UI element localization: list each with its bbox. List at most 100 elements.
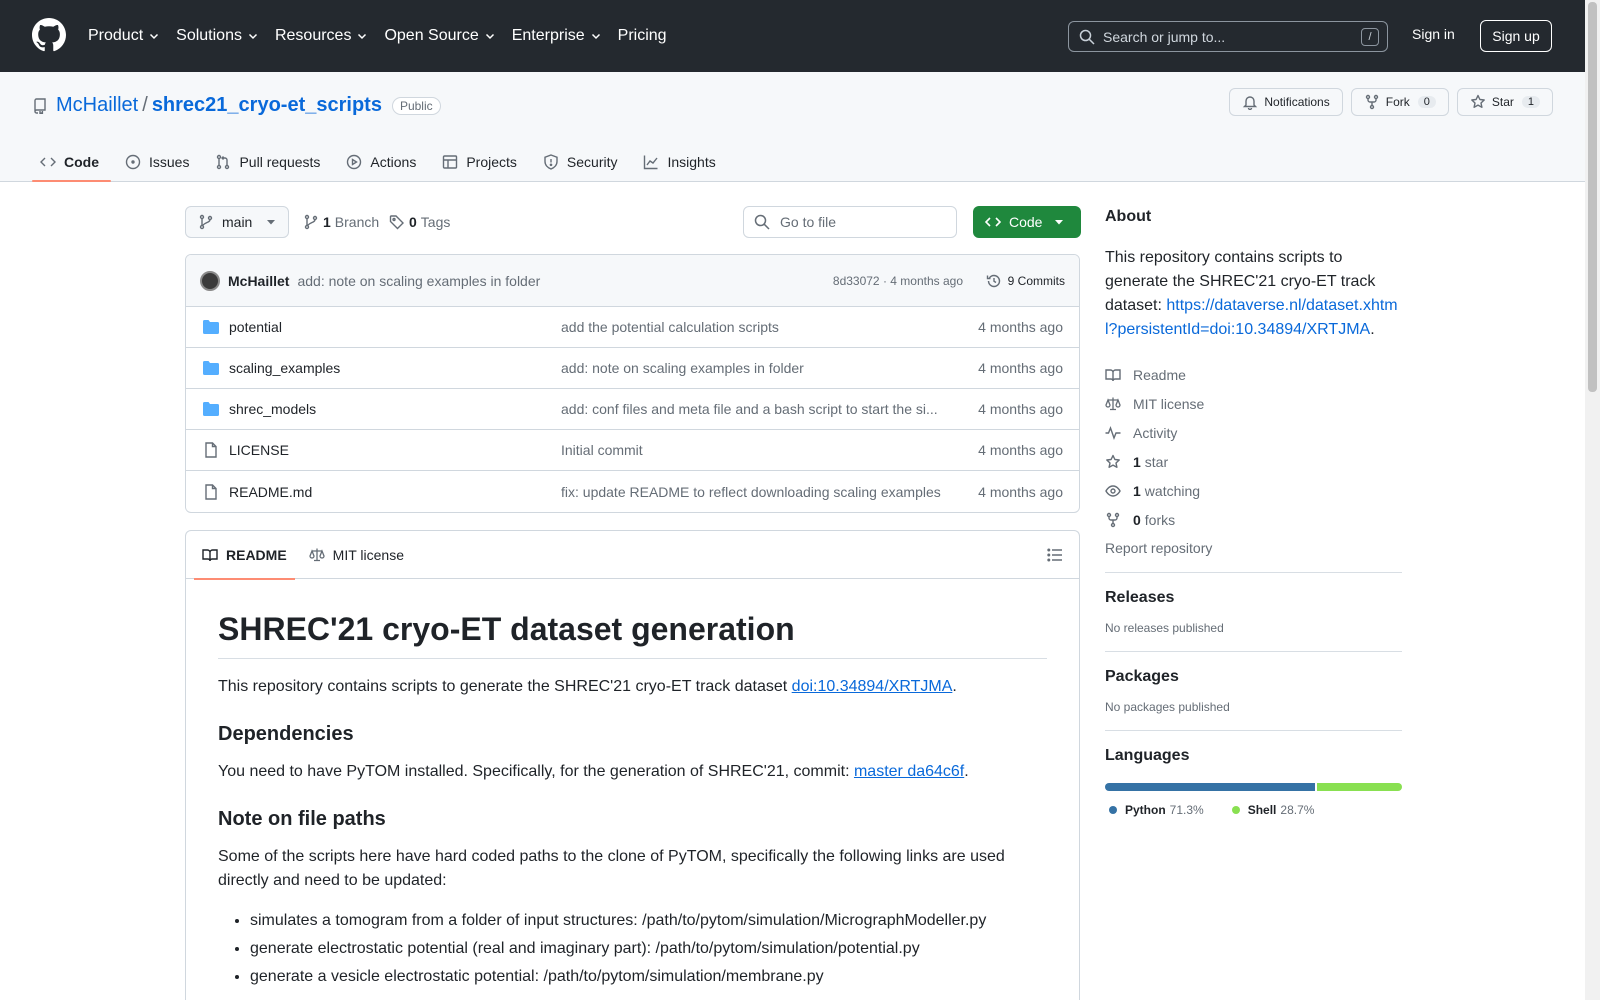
- tab-license[interactable]: MIT license: [301, 531, 412, 579]
- list-item: generate a vesicle electrostatic potenti…: [250, 963, 1047, 991]
- language-item[interactable]: Python 71.3%: [1105, 803, 1204, 817]
- repo-icon: [34, 97, 46, 114]
- go-to-file-input[interactable]: Go to file: [743, 206, 957, 238]
- branch-select-button[interactable]: main: [185, 206, 289, 238]
- file-name-link[interactable]: README.md: [229, 484, 561, 500]
- law-icon: [1105, 397, 1121, 410]
- commit-hash-age[interactable]: 8d33072 · 4 months ago: [833, 274, 963, 288]
- list-unordered-icon[interactable]: [1047, 547, 1063, 563]
- search-icon: [1079, 29, 1095, 45]
- table-row: LICENSE Initial commit 4 months ago: [186, 430, 1079, 471]
- tab-code[interactable]: Code: [32, 142, 111, 182]
- releases-heading[interactable]: Releases: [1105, 589, 1402, 607]
- tags-link[interactable]: 0 Tags: [389, 214, 450, 230]
- table-row: shrec_models add: conf files and meta fil…: [186, 389, 1079, 430]
- nav-resources[interactable]: Resources: [275, 27, 368, 45]
- language-bar: [1105, 783, 1402, 791]
- file-commit-link[interactable]: add the potential calculation scripts: [561, 319, 941, 335]
- caret-down-icon: [267, 220, 275, 225]
- file-age: 4 months ago: [978, 360, 1063, 376]
- tab-issues[interactable]: Issues: [117, 142, 201, 182]
- language-bar-segment: [1317, 783, 1402, 791]
- scrollbar-thumb[interactable]: [1588, 2, 1597, 392]
- fork-label: Fork: [1385, 95, 1410, 109]
- branch-icon: [304, 214, 318, 230]
- nav-pricing[interactable]: Pricing: [618, 27, 667, 45]
- activity-link[interactable]: Activity: [1105, 418, 1402, 447]
- nav-label: Resources: [274, 27, 352, 44]
- table-row: potential add the potential calculation s…: [186, 307, 1079, 348]
- repo-header: McHaillet / shrec21_cryo-et_scripts Publ…: [0, 72, 1585, 182]
- file-name-link[interactable]: shrec_models: [229, 401, 561, 417]
- report-repository-link[interactable]: Report repository: [1105, 540, 1402, 556]
- nav-enterprise[interactable]: Enterprise: [512, 27, 602, 45]
- packages-heading[interactable]: Packages: [1105, 668, 1402, 686]
- watching-link[interactable]: 1 watching: [1105, 476, 1402, 505]
- file-navigation: main 1 Branch 0 Tags Go to file Code: [185, 206, 1081, 238]
- language-percent: 71.3%: [1169, 803, 1204, 817]
- star-button[interactable]: Star 1: [1456, 88, 1553, 116]
- notifications-button[interactable]: Notifications: [1229, 88, 1343, 116]
- file-commit-link[interactable]: fix: update README to reflect downloadin…: [561, 484, 941, 500]
- folder-icon: [203, 361, 219, 375]
- license-link-label: MIT license: [1133, 395, 1205, 412]
- file-icon: [205, 442, 217, 458]
- file-commit-link[interactable]: add: note on scaling examples in folder: [561, 360, 941, 376]
- pulse-icon: [1105, 425, 1121, 440]
- repo-name-link[interactable]: shrec21_cryo-et_scripts: [152, 94, 382, 117]
- file-age: 4 months ago: [978, 319, 1063, 335]
- file-name-link[interactable]: scaling_examples: [229, 360, 561, 376]
- bell-icon: [1243, 96, 1258, 110]
- languages-heading: Languages: [1105, 747, 1190, 764]
- nav-product[interactable]: Product: [88, 27, 160, 45]
- forks-link[interactable]: 0 forks: [1105, 505, 1402, 534]
- activity-link-label: Activity: [1133, 424, 1178, 441]
- search-input[interactable]: Search or jump to... /: [1068, 21, 1388, 52]
- list-item: generate electrostatic potential (real a…: [250, 935, 1047, 963]
- tab-pull-requests[interactable]: Pull requests: [207, 142, 332, 182]
- code-dropdown-button[interactable]: Code: [973, 206, 1081, 238]
- readme-intro: This repository contains scripts to gene…: [218, 675, 1047, 699]
- branches-link[interactable]: 1 Branch: [303, 214, 379, 230]
- language-color-dot: [1231, 806, 1240, 814]
- doi-link[interactable]: doi:10.34894/XRTJMA: [792, 678, 953, 695]
- readme-link[interactable]: Readme: [1105, 360, 1402, 389]
- tab-label: Projects: [466, 154, 517, 170]
- nav-label: Pricing: [617, 27, 667, 44]
- tab-insights[interactable]: Insights: [635, 142, 727, 182]
- stars-link[interactable]: 1 star: [1105, 447, 1402, 476]
- nav-solutions[interactable]: Solutions: [176, 27, 259, 45]
- fork-button[interactable]: Fork 0: [1350, 88, 1449, 116]
- tab-security[interactable]: Security: [535, 142, 630, 182]
- commits-link[interactable]: 9 Commits: [986, 273, 1065, 289]
- tab-readme[interactable]: README: [194, 531, 295, 580]
- repo-owner-link[interactable]: McHaillet: [56, 94, 138, 117]
- tab-label: Insights: [667, 154, 716, 170]
- language-item[interactable]: Shell 28.7%: [1228, 803, 1314, 817]
- code-icon: [40, 157, 56, 167]
- search-placeholder: Search or jump to...: [1103, 28, 1226, 45]
- heading-dependencies: Dependencies: [218, 723, 354, 745]
- sign-up-button[interactable]: Sign up: [1480, 20, 1552, 52]
- repo-actions: Notifications Fork 0 Star 1: [1221, 88, 1553, 116]
- tab-projects[interactable]: Projects: [434, 142, 529, 182]
- file-commit-link[interactable]: Initial commit: [561, 442, 941, 458]
- commit-link[interactable]: master da64c6f: [854, 763, 964, 780]
- chevron-down-icon: [485, 33, 494, 40]
- file-name-link[interactable]: LICENSE: [229, 442, 561, 458]
- license-link[interactable]: MIT license: [1105, 389, 1402, 418]
- commit-author-link[interactable]: McHaillet: [228, 273, 289, 289]
- avatar[interactable]: [200, 270, 220, 291]
- language-name: Shell: [1247, 803, 1277, 817]
- tab-actions[interactable]: Actions: [338, 142, 428, 182]
- tab-label: Security: [566, 154, 618, 170]
- github-logo-icon[interactable]: [32, 18, 66, 52]
- commit-message-link[interactable]: add: note on scaling examples in folder: [297, 273, 540, 289]
- about-heading: About: [1105, 208, 1152, 225]
- file-name-link[interactable]: potential: [229, 319, 561, 335]
- tag-label: Tags: [420, 214, 451, 230]
- sign-in-link[interactable]: Sign in: [1412, 26, 1455, 42]
- file-commit-link[interactable]: add: conf files and meta file and a bash…: [561, 401, 941, 417]
- nav-open-source[interactable]: Open Source: [384, 27, 495, 45]
- language-list: Python 71.3% Shell 28.7%: [1105, 803, 1402, 817]
